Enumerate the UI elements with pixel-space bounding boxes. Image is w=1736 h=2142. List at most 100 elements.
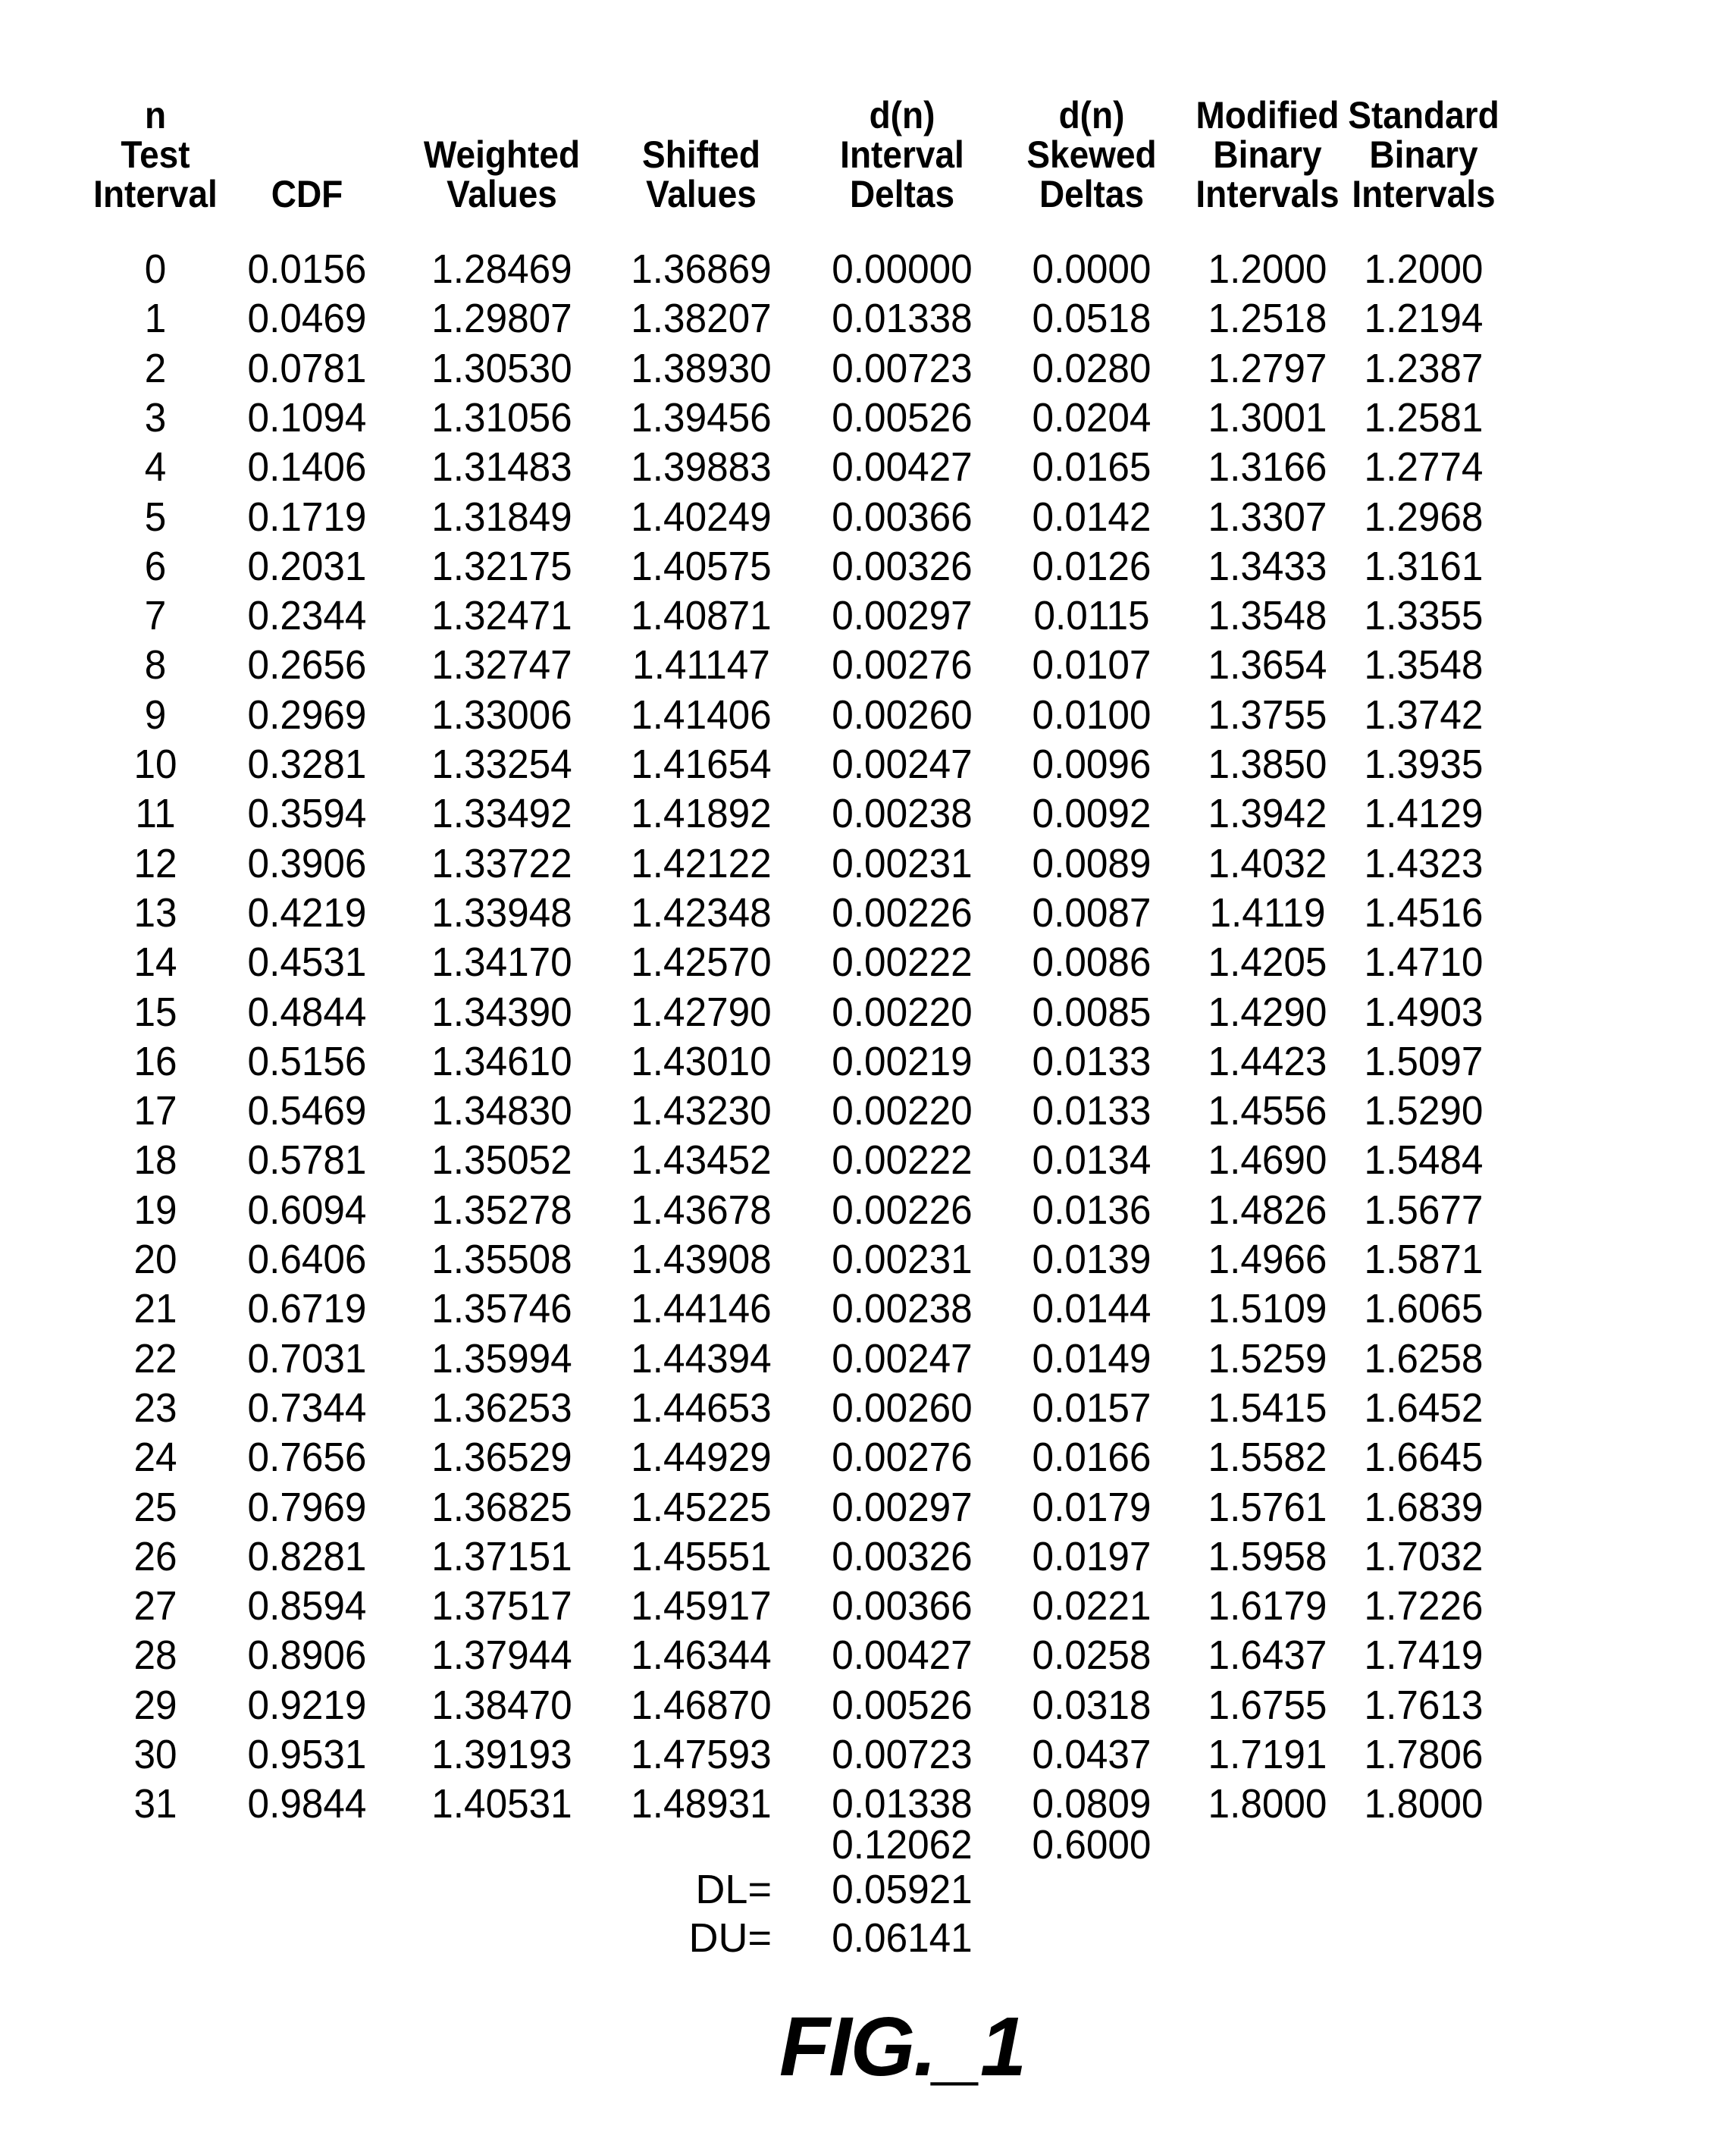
cell-skewed-deltas: 0.0258 [1032, 1632, 1152, 1678]
cell-skewed-deltas: 0.0136 [1032, 1187, 1152, 1233]
cell-shifted: 1.38207 [631, 296, 772, 341]
cell-skewed-deltas: 0.0085 [1032, 989, 1152, 1035]
cell-skewed-deltas: 0.0087 [1032, 890, 1152, 936]
cell-weighted: 1.31056 [431, 395, 572, 441]
cell-cdf: 0.6406 [247, 1237, 367, 1282]
cell-skewed-deltas: 0.0197 [1032, 1534, 1152, 1579]
cell-skewed-deltas: 0.0100 [1032, 692, 1152, 738]
du-value: 0.06141 [832, 1915, 973, 1961]
cell-cdf: 0.7031 [247, 1336, 367, 1381]
cell-standard-binary: 1.2194 [1364, 296, 1484, 341]
cell-interval-deltas: 0.00231 [832, 1237, 973, 1282]
cell-shifted: 1.40871 [631, 593, 772, 638]
cell-weighted: 1.35746 [431, 1286, 572, 1331]
cell-interval-deltas: 0.00526 [832, 395, 973, 441]
cell-weighted: 1.32471 [431, 593, 572, 638]
cell-cdf: 0.9844 [247, 1781, 367, 1827]
cell-cdf: 0.2031 [247, 544, 367, 589]
cell-interval-deltas: 0.00226 [832, 1187, 973, 1233]
cell-weighted: 1.33722 [431, 841, 572, 886]
cell-interval-deltas: 0.00226 [832, 890, 973, 936]
cell-weighted: 1.34170 [431, 939, 572, 985]
cell-weighted: 1.32175 [431, 544, 572, 589]
cell-skewed-deltas: 0.0166 [1032, 1435, 1152, 1480]
cell-skewed-deltas: 0.0280 [1032, 346, 1152, 391]
cell-cdf: 0.2344 [247, 593, 367, 638]
cell-cdf: 0.1094 [247, 395, 367, 441]
cell-cdf: 0.2969 [247, 692, 367, 738]
cell-standard-binary: 1.4903 [1364, 989, 1484, 1035]
cell-shifted: 1.41406 [631, 692, 772, 738]
cell-cdf: 0.5469 [247, 1088, 367, 1134]
cell-shifted: 1.43678 [631, 1187, 772, 1233]
cell-standard-binary: 1.7226 [1364, 1583, 1484, 1629]
cell-shifted: 1.48931 [631, 1781, 772, 1827]
cell-shifted: 1.42122 [631, 841, 772, 886]
cell-skewed-deltas: 0.0000 [1032, 246, 1152, 292]
cell-cdf: 0.8281 [247, 1534, 367, 1579]
cell-skewed-deltas: 0.0092 [1032, 791, 1152, 836]
cell-weighted: 1.35508 [431, 1237, 572, 1282]
cell-standard-binary: 1.4129 [1364, 791, 1484, 836]
cell-interval-deltas: 0.00220 [832, 989, 973, 1035]
dl-label: DL= [695, 1867, 772, 1912]
cell-standard-binary: 1.2581 [1364, 395, 1484, 441]
column-header-modified-binary: Modified Binary Intervals [1177, 96, 1358, 214]
cell-skewed-deltas: 0.0318 [1032, 1683, 1152, 1728]
cell-weighted: 1.33948 [431, 890, 572, 936]
cell-interval-deltas: 0.00000 [832, 246, 973, 292]
cell-shifted: 1.40575 [631, 544, 772, 589]
cell-skewed-deltas: 0.0107 [1032, 642, 1152, 688]
column-header-line: Values [646, 173, 757, 215]
cell-shifted: 1.39456 [631, 395, 772, 441]
figure-label: FIG._1 [779, 2000, 1026, 2093]
cell-shifted: 1.42790 [631, 989, 772, 1035]
cell-skewed-deltas: 0.0518 [1032, 296, 1152, 341]
column-header-line: Modified [1195, 94, 1340, 136]
cell-interval-deltas: 0.00366 [832, 494, 973, 540]
cell-skewed-deltas: 0.0221 [1032, 1583, 1152, 1629]
cell-interval-deltas: 0.00276 [832, 1435, 973, 1480]
cell-cdf: 0.0469 [247, 296, 367, 341]
cell-standard-binary: 1.7032 [1364, 1534, 1484, 1579]
cell-weighted: 1.33492 [431, 791, 572, 836]
cell-weighted: 1.31483 [431, 444, 572, 490]
cell-standard-binary: 1.2968 [1364, 494, 1484, 540]
cell-interval-deltas: 0.00723 [832, 1732, 973, 1777]
cell-standard-binary: 1.6258 [1364, 1336, 1484, 1381]
cell-cdf: 0.4219 [247, 890, 367, 936]
cell-cdf: 0.5156 [247, 1039, 367, 1084]
patent-figure-page: n Test Interval CDF Weighted Values Shifted Val… [0, 0, 1736, 2142]
cell-interval-deltas: 0.01338 [832, 1781, 973, 1827]
cell-interval-deltas: 0.00219 [832, 1039, 973, 1084]
column-header-line: d(n) [869, 94, 935, 136]
cell-standard-binary: 1.3355 [1364, 593, 1484, 638]
column-header-line: Interval [840, 133, 964, 176]
interval-deltas-total: 0.12062 [832, 1822, 973, 1868]
column-header-line: Shifted [642, 133, 760, 176]
cell-cdf: 0.1719 [247, 494, 367, 540]
cell-interval-deltas: 0.00247 [832, 742, 973, 787]
cell-skewed-deltas: 0.0115 [1033, 593, 1150, 638]
cell-standard-binary: 1.2387 [1364, 346, 1484, 391]
cell-cdf: 0.7344 [247, 1385, 367, 1431]
cell-cdf: 0.3594 [247, 791, 367, 836]
cell-interval-deltas: 0.00427 [832, 1632, 973, 1678]
cell-interval-deltas: 0.00297 [832, 593, 973, 638]
cell-weighted: 1.34830 [431, 1088, 572, 1134]
column-header-standard-binary: Standard Binary Intervals [1333, 96, 1514, 214]
cell-standard-binary: 1.5484 [1364, 1137, 1484, 1183]
cell-shifted: 1.43908 [631, 1237, 772, 1282]
column-header-interval-deltas: d(n) Interval Deltas [811, 96, 992, 214]
cell-weighted: 1.35278 [431, 1187, 572, 1233]
skewed-deltas-total: 0.6000 [1032, 1822, 1152, 1868]
cell-shifted: 1.47593 [631, 1732, 772, 1777]
du-label: DU= [688, 1915, 772, 1961]
cell-interval-deltas: 0.00326 [832, 544, 973, 589]
cell-standard-binary: 1.4323 [1364, 841, 1484, 886]
cell-shifted: 1.38930 [631, 346, 772, 391]
column-header-line: Intervals [1195, 173, 1340, 215]
column-header-skewed-deltas: d(n) Skewed Deltas [1001, 96, 1182, 214]
cell-shifted: 1.42570 [631, 939, 772, 985]
cell-weighted: 1.36253 [431, 1385, 572, 1431]
